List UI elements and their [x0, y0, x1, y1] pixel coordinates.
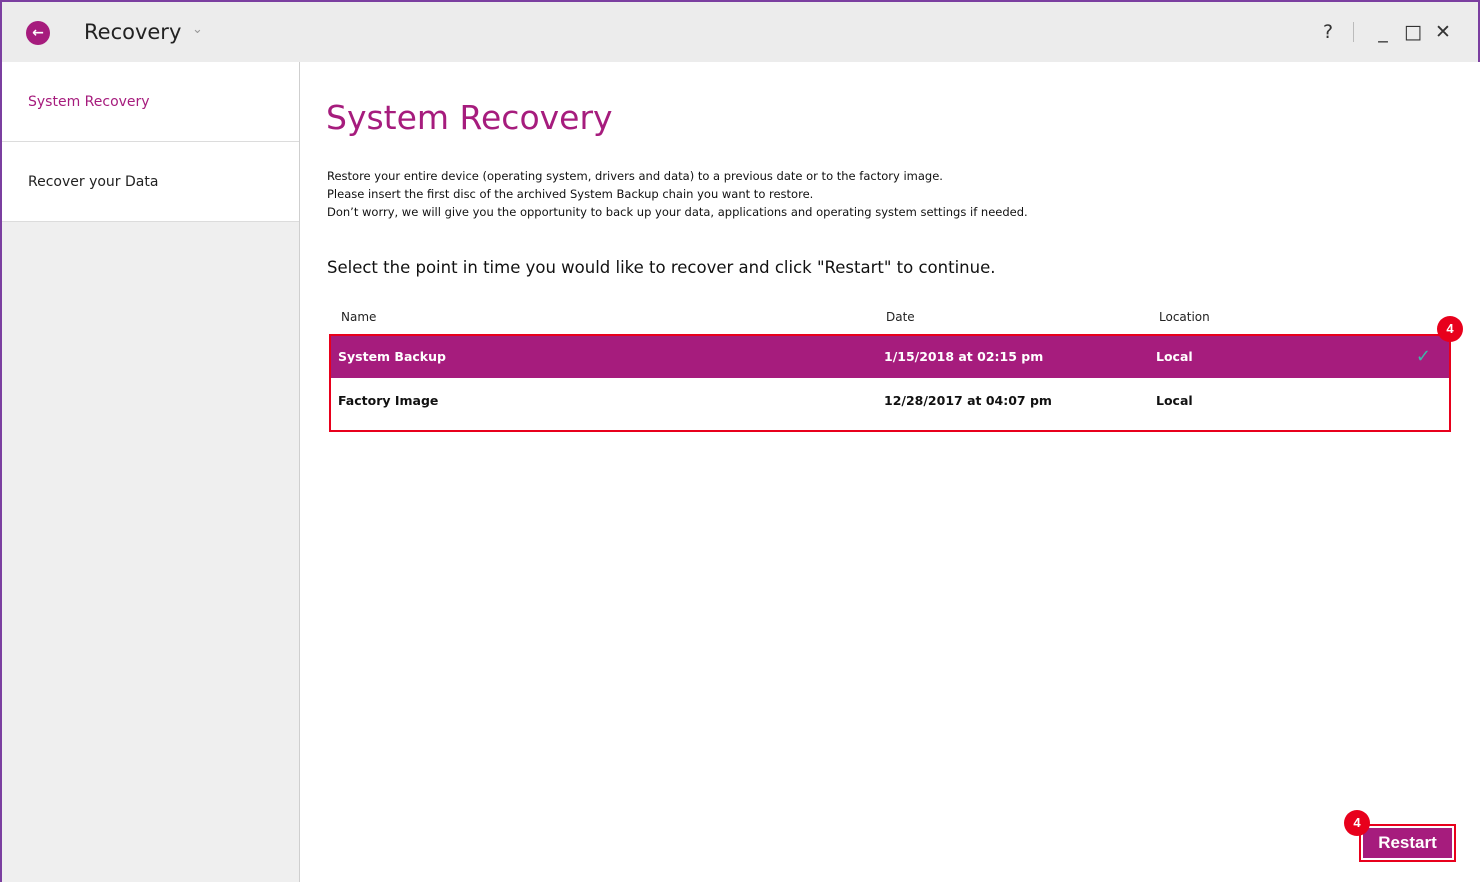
restart-button[interactable]: Restart — [1363, 828, 1452, 858]
step-badge: 4 — [1344, 810, 1370, 836]
sidebar-item-label: System Recovery — [28, 93, 150, 110]
app-window: ← Recovery ⌄ ? _ □ ✕ System Recovery Rec… — [0, 0, 1480, 882]
description-line: Don’t worry, we will give you the opport… — [327, 205, 1028, 219]
row-location: Local — [1156, 393, 1193, 408]
row-name: Factory Image — [338, 393, 439, 408]
back-arrow-icon[interactable]: ← — [26, 21, 50, 45]
title-bar: ← Recovery ⌄ ? _ □ ✕ — [2, 2, 1478, 62]
divider — [1353, 22, 1354, 42]
page-title: System Recovery — [326, 98, 613, 137]
row-name: System Backup — [338, 349, 446, 364]
column-header-name[interactable]: Name — [341, 310, 376, 324]
checkmark-icon: ✓ — [1415, 346, 1431, 367]
column-header-location[interactable]: Location — [1159, 310, 1210, 324]
chevron-down-icon[interactable]: ⌄ — [192, 22, 203, 37]
description-line: Please insert the first disc of the arch… — [327, 187, 814, 201]
main-content: System Recovery Restore your entire devi… — [301, 62, 1480, 882]
window-controls: ? _ □ ✕ — [1313, 18, 1458, 46]
help-button[interactable]: ? — [1313, 21, 1343, 43]
row-date: 1/15/2018 at 02:15 pm — [884, 349, 1044, 364]
sidebar-item-recover-your-data[interactable]: Recover your Data — [2, 142, 299, 222]
description-line: Restore your entire device (operating sy… — [327, 169, 943, 183]
table-header: Name Date Location — [327, 308, 1452, 334]
sidebar-item-system-recovery[interactable]: System Recovery — [2, 62, 299, 142]
app-title[interactable]: Recovery — [84, 20, 181, 44]
row-date: 12/28/2017 at 04:07 pm — [884, 393, 1052, 408]
instruction-text: Select the point in time you would like … — [327, 258, 996, 277]
column-header-date[interactable]: Date — [886, 310, 915, 324]
minimize-button[interactable]: _ — [1368, 21, 1398, 43]
sidebar: System Recovery Recover your Data — [2, 62, 300, 882]
recovery-point-list: System Backup 1/15/2018 at 02:15 pm Loca… — [329, 334, 1451, 432]
table-row[interactable]: Factory Image 12/28/2017 at 04:07 pm Loc… — [331, 380, 1449, 422]
step-badge: 4 — [1437, 316, 1463, 342]
maximize-button[interactable]: □ — [1398, 21, 1428, 43]
restart-highlight: Restart — [1359, 824, 1456, 862]
close-button[interactable]: ✕ — [1428, 21, 1458, 43]
table-row[interactable]: System Backup 1/15/2018 at 02:15 pm Loca… — [331, 336, 1449, 378]
description: Restore your entire device (operating sy… — [327, 167, 1028, 221]
row-location: Local — [1156, 349, 1193, 364]
sidebar-item-label: Recover your Data — [28, 173, 159, 190]
